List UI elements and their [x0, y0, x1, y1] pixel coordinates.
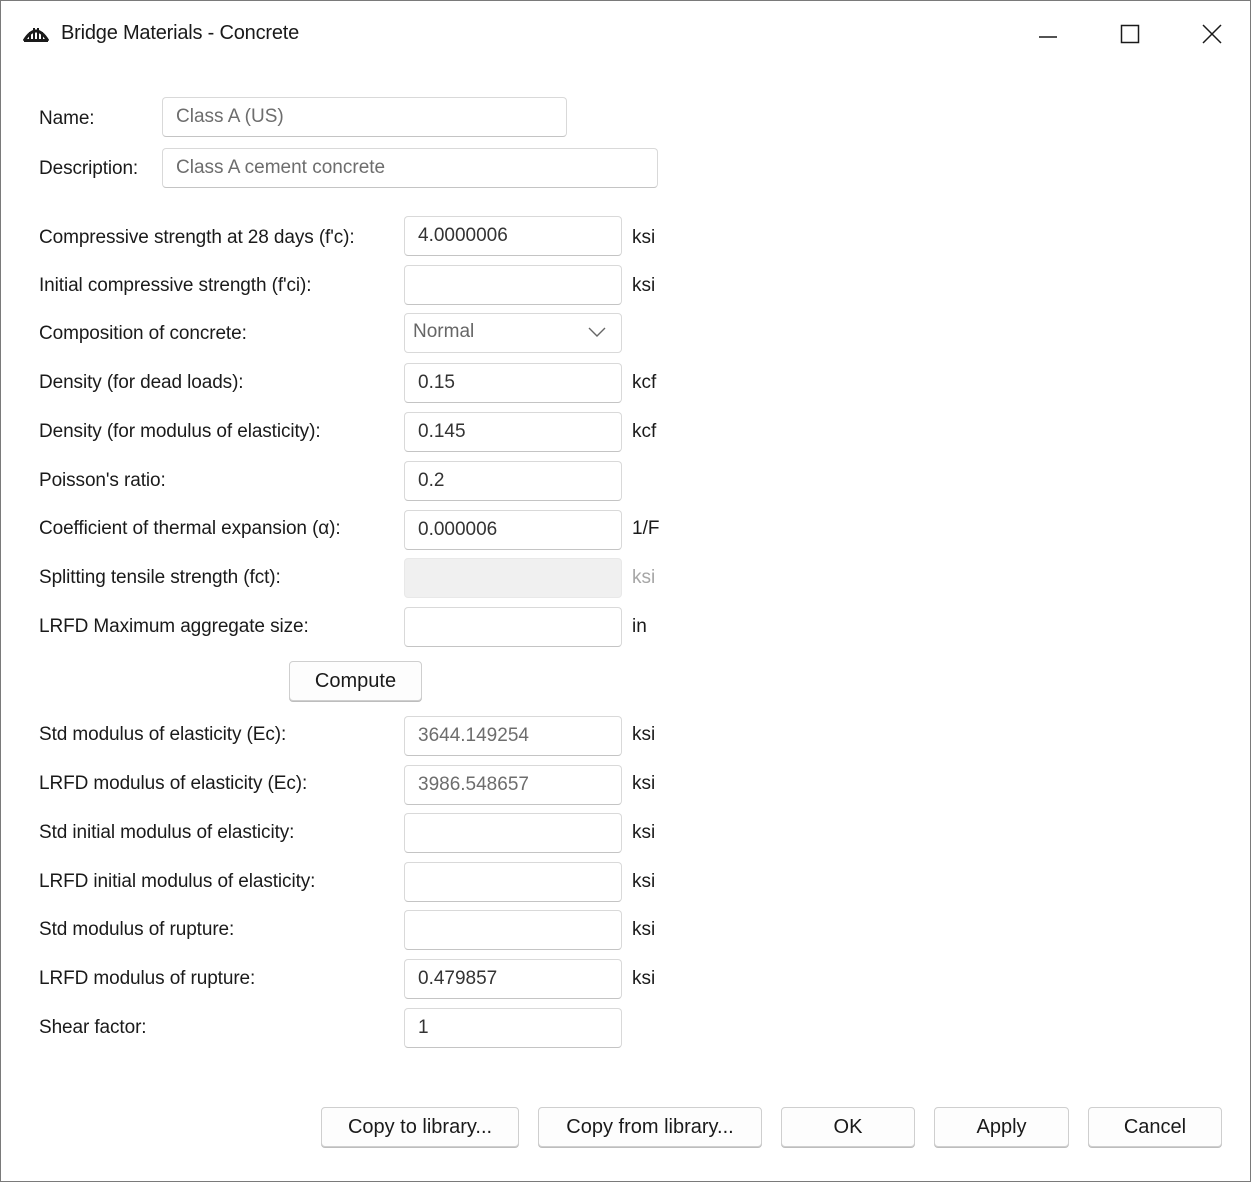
compressive-strength-field[interactable]: 4.0000006: [404, 216, 622, 256]
compressive-strength-unit: ksi: [632, 227, 656, 248]
shear-factor-field[interactable]: 1: [404, 1008, 622, 1048]
thermal-expansion-field[interactable]: 0.000006: [404, 510, 622, 550]
minimize-button[interactable]: [1007, 1, 1089, 67]
bridge-icon: [22, 23, 50, 43]
std-modulus-rupture-unit: ksi: [632, 919, 656, 940]
composition-selected-value: Normal: [413, 321, 475, 342]
splitting-tensile-unit: ksi: [632, 567, 656, 588]
splitting-tensile-field: [404, 558, 622, 598]
thermal-expansion-unit: 1/F: [632, 518, 660, 539]
density-modulus-unit: kcf: [632, 421, 657, 442]
title-bar: Bridge Materials - Concrete: [1, 1, 1250, 67]
std-initial-modulus-unit: ksi: [632, 822, 656, 843]
splitting-tensile-label: Splitting tensile strength (fct):: [39, 567, 281, 588]
composition-label: Composition of concrete:: [39, 323, 247, 344]
std-modulus-rupture-field[interactable]: [404, 910, 622, 950]
apply-button[interactable]: Apply: [934, 1107, 1069, 1147]
density-dead-loads-field[interactable]: 0.15: [404, 363, 622, 403]
lrfd-initial-modulus-unit: ksi: [632, 871, 656, 892]
description-label: Description:: [39, 158, 139, 179]
max-aggregate-field[interactable]: [404, 607, 622, 647]
poissons-ratio-label: Poisson's ratio:: [39, 470, 166, 491]
lrfd-modulus-rupture-label: LRFD modulus of rupture:: [39, 968, 256, 989]
lrfd-modulus-elasticity-unit: ksi: [632, 773, 656, 794]
thermal-expansion-label: Coefficient of thermal expansion (α):: [39, 518, 341, 539]
lrfd-modulus-elasticity-label: LRFD modulus of elasticity (Ec):: [39, 773, 308, 794]
composition-select[interactable]: Normal: [404, 313, 622, 353]
density-dead-loads-unit: kcf: [632, 372, 657, 393]
lrfd-initial-modulus-field[interactable]: [404, 862, 622, 902]
compute-button[interactable]: Compute: [289, 661, 422, 701]
compressive-strength-label: Compressive strength at 28 days (f'c):: [39, 227, 355, 248]
poissons-ratio-field[interactable]: 0.2: [404, 461, 622, 501]
name-field[interactable]: Class A (US): [162, 97, 567, 137]
shear-factor-label: Shear factor:: [39, 1017, 147, 1038]
std-initial-modulus-field[interactable]: [404, 813, 622, 853]
minimize-icon: [1039, 36, 1057, 38]
initial-compressive-strength-label: Initial compressive strength (f'ci):: [39, 275, 312, 296]
window-title: Bridge Materials - Concrete: [61, 22, 300, 44]
std-modulus-elasticity-field[interactable]: 3644.149254: [404, 716, 622, 756]
density-modulus-field[interactable]: 0.145: [404, 412, 622, 452]
concrete-dialog: Bridge Materials - Concrete Name: Class …: [0, 0, 1251, 1182]
lrfd-modulus-elasticity-field[interactable]: 3986.548657: [404, 765, 622, 805]
name-label: Name:: [39, 108, 95, 129]
maximize-button[interactable]: [1089, 1, 1171, 67]
copy-to-library-button[interactable]: Copy to library...: [321, 1107, 519, 1147]
max-aggregate-unit: in: [632, 616, 647, 637]
lrfd-modulus-rupture-unit: ksi: [632, 968, 656, 989]
maximize-icon: [1120, 24, 1140, 44]
std-modulus-elasticity-unit: ksi: [632, 724, 656, 745]
close-button[interactable]: [1171, 1, 1251, 67]
initial-compressive-strength-unit: ksi: [632, 275, 656, 296]
lrfd-modulus-rupture-field[interactable]: 0.479857: [404, 959, 622, 999]
description-field[interactable]: Class A cement concrete: [162, 148, 658, 188]
std-modulus-rupture-label: Std modulus of rupture:: [39, 919, 235, 940]
std-modulus-elasticity-label: Std modulus of elasticity (Ec):: [39, 724, 287, 745]
chevron-down-icon: [588, 327, 606, 337]
cancel-button[interactable]: Cancel: [1088, 1107, 1222, 1147]
ok-button[interactable]: OK: [781, 1107, 915, 1147]
max-aggregate-label: LRFD Maximum aggregate size:: [39, 616, 309, 637]
density-modulus-label: Density (for modulus of elasticity):: [39, 421, 321, 442]
copy-from-library-button[interactable]: Copy from library...: [538, 1107, 762, 1147]
close-icon: [1202, 24, 1222, 44]
initial-compressive-strength-field[interactable]: [404, 265, 622, 305]
lrfd-initial-modulus-label: LRFD initial modulus of elasticity:: [39, 871, 316, 892]
density-dead-loads-label: Density (for dead loads):: [39, 372, 244, 393]
std-initial-modulus-label: Std initial modulus of elasticity:: [39, 822, 295, 843]
